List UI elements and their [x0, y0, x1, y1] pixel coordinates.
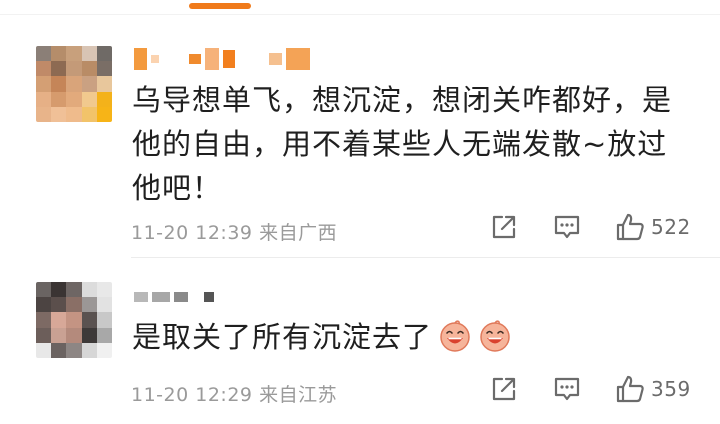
- share-icon[interactable]: [489, 212, 519, 242]
- like-icon[interactable]: [615, 212, 645, 242]
- comment-icon[interactable]: [552, 374, 582, 404]
- tab-indicator: [189, 3, 251, 9]
- comment-time: 11-20 12:39: [131, 222, 253, 244]
- comment-actions: 359: [489, 374, 691, 404]
- comment-location: 来自江苏: [259, 384, 338, 406]
- comment-text: 乌导想单飞，想沉淀，想闭关咋都好，是他的自由，用不着某些人无端发散~放过他吧！: [132, 83, 673, 205]
- username-blurred[interactable]: [134, 290, 214, 304]
- comment-text-content: 是取关了所有沉淀去了: [132, 320, 433, 354]
- share-icon[interactable]: [489, 374, 519, 404]
- like-count: 522: [651, 215, 691, 239]
- comment-list-screen: 乌导想单飞，想沉淀，想闭关咋都好，是他的自由，用不着某些人无端发散~放过他吧！ …: [0, 0, 720, 424]
- comment-item: 是取关了所有沉淀去了 11-20 12:29 来自江苏 359: [0, 262, 720, 424]
- comment-divider: [131, 257, 720, 258]
- comment-item: 乌导想单飞，想沉淀，想闭关咋都好，是他的自由，用不着某些人无端发散~放过他吧！ …: [0, 30, 720, 258]
- avatar[interactable]: [36, 46, 112, 122]
- laughing-emoji: [480, 320, 510, 352]
- comment-text: 是取关了所有沉淀去了: [132, 315, 692, 359]
- username-blurred[interactable]: [134, 46, 310, 72]
- comment-meta: 11-20 12:29 来自江苏: [131, 380, 337, 407]
- avatar[interactable]: [36, 282, 112, 358]
- comment-actions: 522: [489, 212, 691, 242]
- top-divider: [0, 14, 720, 15]
- comment-location: 来自广西: [259, 222, 338, 244]
- like-count: 359: [651, 377, 691, 401]
- like-icon[interactable]: [615, 374, 645, 404]
- comment-time: 11-20 12:29: [131, 384, 253, 406]
- comment-icon[interactable]: [552, 212, 582, 242]
- comment-meta: 11-20 12:39 来自广西: [131, 218, 337, 245]
- laughing-emoji: [440, 320, 470, 352]
